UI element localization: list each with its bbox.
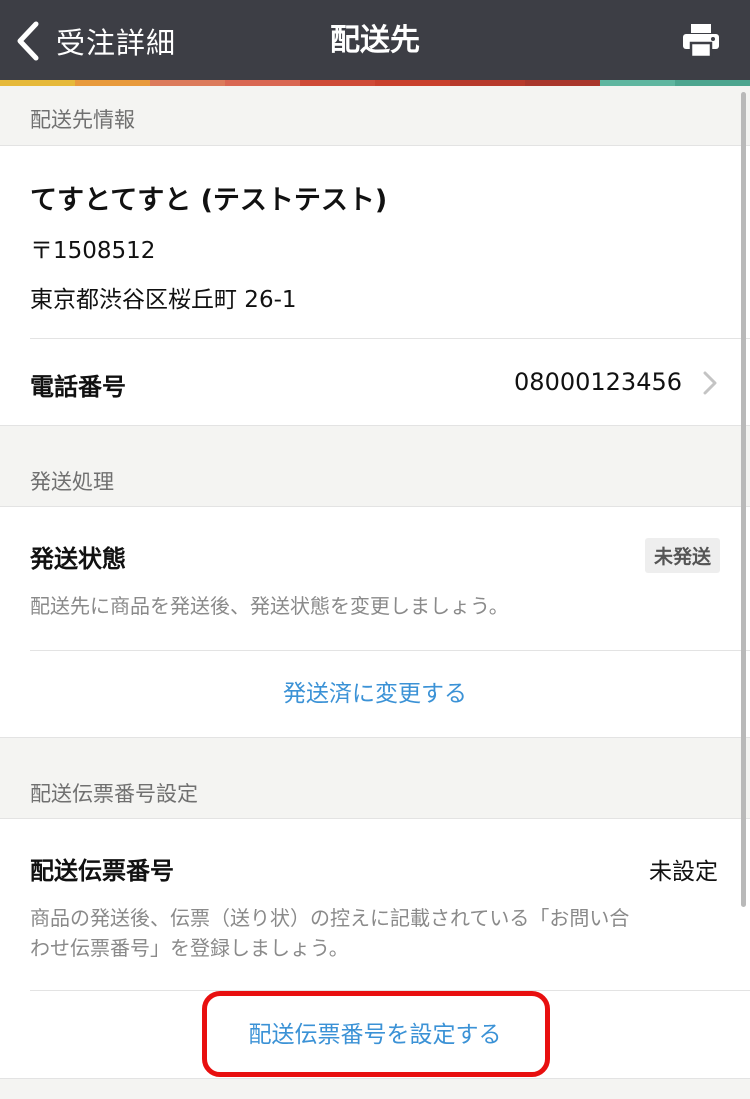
- phone-number: 08000123456: [514, 368, 682, 396]
- highlight-annotation: [202, 991, 550, 1077]
- section-header-shipping-process: 発送処理: [0, 427, 750, 507]
- back-button[interactable]: 受注詳細: [14, 18, 176, 64]
- shipping-info-card: てすとてすと (テストテスト) 〒1508512 東京都渋谷区桜丘町 26-1 …: [0, 145, 750, 426]
- status-badge: 未発送: [644, 538, 720, 573]
- chevron-right-icon: [703, 371, 717, 395]
- phone-label: 電話番号: [30, 373, 126, 401]
- postal-code: 〒1508512: [30, 238, 156, 264]
- shipping-status-label: 発送状態: [30, 545, 126, 573]
- navigation-bar: 受注詳細 配送先: [0, 0, 750, 80]
- section-header-shipping-info: 配送先情報: [0, 86, 750, 146]
- printer-icon[interactable]: [682, 22, 720, 60]
- scrollbar[interactable]: [741, 92, 746, 907]
- phone-row[interactable]: 電話番号 08000123456: [0, 339, 750, 426]
- recipient-name: てすとてすと (テストテスト): [30, 185, 388, 216]
- tracking-description-line2: わせ伝票番号」を登録しましょう。: [30, 936, 349, 960]
- mark-shipped-button[interactable]: 発送済に変更する: [0, 651, 750, 738]
- tracking-number-value: 未設定: [649, 859, 718, 885]
- section-header-tracking: 配送伝票番号設定: [0, 739, 750, 819]
- shipping-process-card: 発送状態 未発送 配送先に商品を発送後、発送状態を変更しましょう。 発送済に変更…: [0, 506, 750, 738]
- address: 東京都渋谷区桜丘町 26-1: [30, 287, 297, 313]
- chevron-left-icon: [17, 21, 39, 61]
- back-label: 受注詳細: [56, 26, 177, 60]
- shipping-status-description: 配送先に商品を発送後、発送状態を変更しましょう。: [30, 594, 509, 618]
- tracking-description-line1: 商品の発送後、伝票（送り状）の控えに記載されている「お問い合: [30, 906, 630, 930]
- tracking-number-label: 配送伝票番号: [30, 857, 174, 885]
